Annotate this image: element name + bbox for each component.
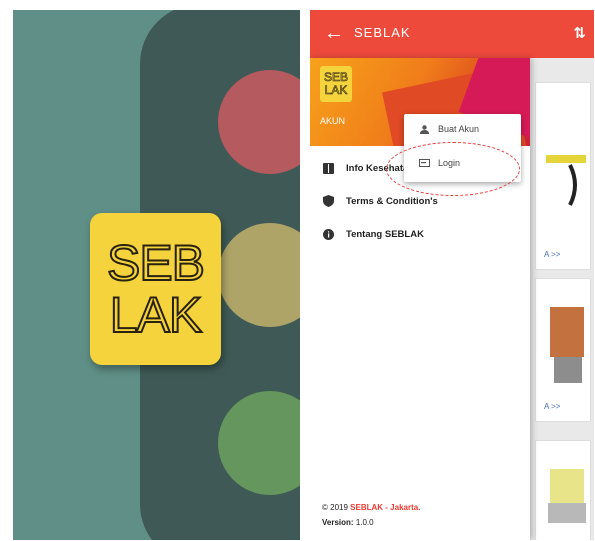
version-value: 1.0.0 [355,518,374,527]
logo-text-bottom: LAK [324,83,348,97]
splash-screen: SEB LAK [13,10,300,540]
copyright-brand: SEBLAK [350,503,384,512]
highlight-ring [386,142,520,196]
drawer-item-tentang[interactable]: Tentang SEBLAK [322,224,424,244]
popup-item-buat-akun[interactable]: Buat Akun [418,124,479,134]
app-bar: ← SEBLAK ⇅ [310,10,594,58]
account-label[interactable]: AKUN [320,116,345,126]
person-icon [418,124,430,134]
copyright-location: - Jakarta. [385,503,421,512]
arrow-left-icon[interactable]: ← [324,22,344,44]
app-logo: SEB LAK [90,213,221,365]
book-icon [322,162,334,174]
popup-item-label: Buat Akun [438,124,480,134]
drawer-logo: SEB LAK [320,66,352,102]
app-screen: ← SEBLAK ⇅ A >> A >> SEB LAK AKUN Info K… [310,10,594,540]
card-link[interactable]: A >> [544,402,560,411]
logo-text-bottom: LAK [109,287,203,343]
shield-icon [322,195,334,207]
content-card[interactable]: A >> [535,278,591,422]
card-link[interactable]: A >> [544,250,560,259]
version-label: Version: [322,518,354,527]
drawer-item-label: Terms & Condition's [346,195,438,207]
sort-icon[interactable]: ⇅ [573,24,586,42]
copyright-prefix: © 2019 [322,503,348,512]
content-card[interactable]: A >> [535,82,591,270]
info-icon [322,228,334,240]
content-card[interactable] [535,440,591,540]
app-title: SEBLAK [354,25,411,40]
card-illustration [546,155,586,206]
card-illustration [550,307,584,383]
card-illustration [548,469,586,523]
drawer-item-label: Tentang SEBLAK [346,228,424,240]
logo-text-top: SEB [106,235,206,291]
footer-copyright: © 2019 SEBLAK - Jakarta. [322,503,420,512]
drawer-item-terms[interactable]: Terms & Condition's [322,191,438,211]
footer-version: Version: 1.0.0 [322,518,374,527]
